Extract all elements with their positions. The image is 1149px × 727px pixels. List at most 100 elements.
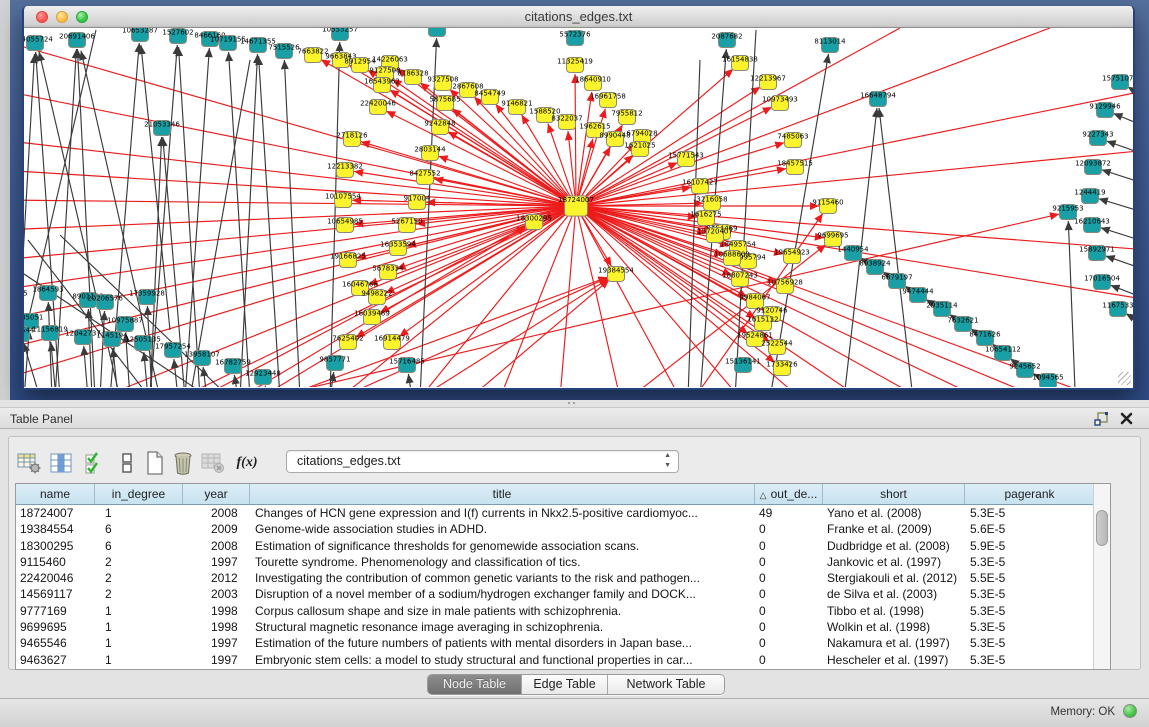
network-node[interactable]: 1864593 bbox=[32, 286, 63, 301]
network-node[interactable]: 7955812 bbox=[611, 110, 642, 125]
table-cell[interactable]: 2009 bbox=[183, 521, 250, 537]
network-node[interactable]: 18640910 bbox=[575, 76, 611, 91]
network-node[interactable]: 15751074 bbox=[1102, 75, 1133, 90]
table-cell[interactable]: 5.3E-5 bbox=[965, 619, 1095, 635]
table-cell[interactable]: 9465546 bbox=[16, 635, 95, 651]
column-header-in_degree[interactable]: in_degree bbox=[95, 484, 183, 504]
column-chooser-icon[interactable] bbox=[47, 450, 75, 476]
network-node[interactable]: 5572376 bbox=[559, 31, 591, 46]
tab-edge-table[interactable]: Edge Table bbox=[522, 675, 608, 694]
table-cell[interactable]: 0 bbox=[755, 652, 823, 668]
network-node[interactable]: 19166825 bbox=[330, 253, 366, 268]
table-cell[interactable]: Hescheler et al. (1997) bbox=[823, 652, 965, 668]
network-node[interactable]: 10756928 bbox=[767, 279, 803, 294]
rows-icon[interactable] bbox=[113, 450, 141, 476]
new-column-icon[interactable] bbox=[141, 450, 169, 476]
table-cell[interactable]: 0 bbox=[755, 619, 823, 635]
column-header-pagerank[interactable]: pagerank bbox=[965, 484, 1095, 504]
network-node[interactable]: 16107427 bbox=[682, 179, 718, 194]
table-cell[interactable]: 2 bbox=[95, 554, 183, 570]
table-cell[interactable]: Estimation of significance thresholds fo… bbox=[250, 538, 755, 554]
function-builder-icon[interactable]: f(x) bbox=[233, 450, 261, 476]
network-node[interactable]: 10973493 bbox=[762, 96, 798, 111]
column-header-short[interactable]: short bbox=[823, 484, 965, 504]
network-node[interactable]: 10553257 bbox=[322, 28, 358, 41]
network-node[interactable]: 9474444 bbox=[902, 288, 934, 303]
network-node[interactable]: 8471626 bbox=[969, 331, 1001, 346]
tab-network-table[interactable]: Network Table bbox=[608, 675, 724, 694]
network-node[interactable]: 9699695 bbox=[817, 232, 848, 247]
table-cell[interactable]: 5.3E-5 bbox=[965, 635, 1095, 651]
network-node[interactable]: 7632621 bbox=[947, 317, 978, 332]
table-cell[interactable]: 2008 bbox=[183, 538, 250, 554]
network-node[interactable]: 9498222 bbox=[361, 290, 392, 305]
network-node[interactable]: 1145194 bbox=[96, 332, 128, 347]
network-node[interactable]: 15136141 bbox=[725, 358, 761, 373]
table-cell[interactable]: 49 bbox=[755, 505, 823, 521]
network-node[interactable]: 6879197 bbox=[881, 274, 912, 289]
tab-node-table[interactable]: Node Table bbox=[428, 675, 522, 694]
network-node[interactable]: 2087682 bbox=[711, 33, 742, 48]
network-node[interactable]: 11156819 bbox=[32, 326, 68, 341]
table-cell[interactable]: Yano et al. (2008) bbox=[823, 505, 965, 521]
network-node[interactable]: 15716485 bbox=[389, 358, 425, 373]
table-cell[interactable]: 0 bbox=[755, 521, 823, 537]
table-cell[interactable]: 1 bbox=[95, 652, 183, 668]
table-cell[interactable]: 0 bbox=[755, 635, 823, 651]
network-node[interactable]: 12093872 bbox=[1075, 160, 1111, 175]
table-selector[interactable]: citations_edges.txt ▲▼ bbox=[286, 450, 679, 473]
network-node[interactable]: 11325419 bbox=[557, 58, 593, 73]
table-cell[interactable]: 2 bbox=[95, 586, 183, 602]
table-cell[interactable]: Genome-wide association studies in ADHD. bbox=[250, 521, 755, 537]
table-cell[interactable]: 9777169 bbox=[16, 603, 95, 619]
network-node[interactable]: 10107554 bbox=[325, 193, 361, 208]
network-node[interactable]: 18457515 bbox=[777, 160, 813, 175]
table-cell[interactable]: 0 bbox=[755, 586, 823, 602]
network-node[interactable]: 1094565 bbox=[1032, 374, 1063, 388]
network-node[interactable]: 16914479 bbox=[374, 335, 410, 350]
column-header-year[interactable]: year bbox=[183, 484, 250, 504]
network-node[interactable]: 22420046 bbox=[360, 100, 396, 115]
table-cell[interactable]: 22420046 bbox=[16, 570, 95, 586]
table-cell[interactable]: Estimation of the future numbers of pati… bbox=[250, 635, 755, 651]
network-node[interactable]: 8113014 bbox=[814, 38, 846, 53]
table-row[interactable]: 946554611997Estimation of the future num… bbox=[16, 635, 1110, 651]
table-cell[interactable]: Franke et al. (2009) bbox=[823, 521, 965, 537]
table-cell[interactable]: 1998 bbox=[183, 619, 250, 635]
network-node[interactable]: 12213967 bbox=[750, 75, 786, 90]
table-cell[interactable]: Jankovic et al. (1997) bbox=[823, 554, 965, 570]
network-node[interactable]: 7515526 bbox=[268, 44, 300, 59]
table-cell[interactable]: 1997 bbox=[183, 554, 250, 570]
table-cell[interactable]: 18300295 bbox=[16, 538, 95, 554]
splitter-handle[interactable] bbox=[566, 400, 578, 406]
table-cell[interactable]: 5.5E-5 bbox=[965, 570, 1095, 586]
table-cell[interactable]: 2008 bbox=[183, 505, 250, 521]
network-node[interactable]: 15892971 bbox=[1079, 246, 1115, 261]
table-cell[interactable]: 1 bbox=[95, 505, 183, 521]
table-row[interactable]: 1872400712008Changes of HCN gene express… bbox=[16, 505, 1110, 521]
table-cell[interactable]: 2003 bbox=[183, 586, 250, 602]
table-cell[interactable]: 2 bbox=[95, 570, 183, 586]
network-node[interactable]: 1615132 bbox=[747, 316, 778, 331]
table-cell[interactable]: Disruption of a novel member of a sodium… bbox=[250, 586, 755, 602]
table-cell[interactable]: 6 bbox=[95, 538, 183, 554]
network-node[interactable]: 1621025 bbox=[624, 142, 655, 157]
network-node[interactable]: 16210643 bbox=[1074, 218, 1110, 233]
network-node[interactable]: 2516065 bbox=[24, 290, 28, 305]
table-cell[interactable]: 1998 bbox=[183, 603, 250, 619]
table-cell[interactable]: 1997 bbox=[183, 635, 250, 651]
network-node[interactable]: 12923448 bbox=[245, 370, 281, 385]
scrollbar-thumb[interactable] bbox=[1096, 510, 1108, 546]
float-panel-icon[interactable] bbox=[1094, 412, 1109, 426]
table-cell[interactable]: Structural magnetic resonance image aver… bbox=[250, 619, 755, 635]
network-node[interactable]: 24055724 bbox=[24, 36, 53, 51]
table-cell[interactable]: Stergiakouli et al. (2012) bbox=[823, 570, 965, 586]
table-row[interactable]: 1938455462009Genome-wide association stu… bbox=[16, 521, 1110, 537]
network-node[interactable]: 1244419 bbox=[1074, 189, 1105, 204]
table-cell[interactable]: Wolkin et al. (1998) bbox=[823, 619, 965, 635]
table-row[interactable]: 946362711997Embryonic stem cells: a mode… bbox=[16, 652, 1110, 668]
table-cell[interactable]: 2012 bbox=[183, 570, 250, 586]
table-cell[interactable]: 5.3E-5 bbox=[965, 505, 1095, 521]
network-node[interactable]: 2522544 bbox=[761, 340, 793, 355]
network-node[interactable]: 2935114 bbox=[926, 302, 958, 317]
